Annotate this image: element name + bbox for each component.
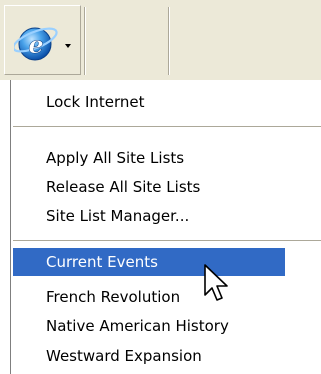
dropdown-menu: Lock Internet Apply All Site Lists Relea… bbox=[10, 80, 321, 374]
dropdown-arrow-icon bbox=[65, 44, 71, 48]
internet-lock-dropdown-button[interactable]: e bbox=[4, 5, 81, 75]
menu-item-current-events[interactable]: Current Events bbox=[13, 248, 285, 276]
menu-item-apply-all-site-lists[interactable]: Apply All Site Lists bbox=[11, 144, 321, 172]
mouse-pointer-icon bbox=[204, 264, 228, 301]
menu-item-release-all-site-lists[interactable]: Release All Site Lists bbox=[11, 173, 321, 201]
menu-item-lock-internet[interactable]: Lock Internet bbox=[11, 88, 321, 116]
toolbar-separator bbox=[84, 7, 86, 75]
menu-item-westward-expansion[interactable]: Westward Expansion bbox=[11, 342, 321, 370]
menu-item-native-american-history[interactable]: Native American History bbox=[11, 312, 321, 340]
toolbar: e bbox=[0, 0, 321, 80]
menu-item-site-list-manager[interactable]: Site List Manager... bbox=[11, 202, 321, 230]
svg-text:e: e bbox=[28, 30, 43, 59]
menu-separator bbox=[13, 240, 321, 241]
menu-separator bbox=[13, 126, 321, 127]
menu-item-french-revolution[interactable]: French Revolution bbox=[11, 283, 321, 311]
internet-globe-icon: e bbox=[14, 27, 58, 61]
toolbar-separator bbox=[168, 7, 170, 75]
